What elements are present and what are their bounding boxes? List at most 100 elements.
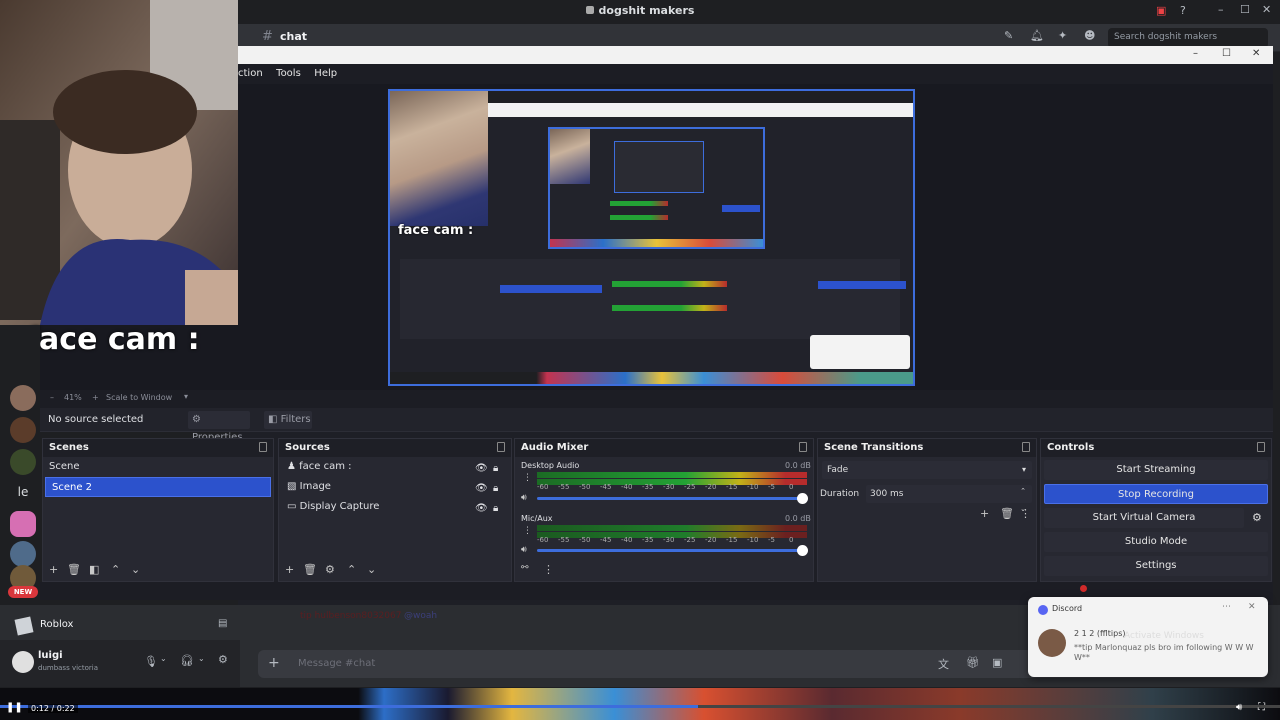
lock-icon[interactable]: 🔒︎ [493, 499, 498, 519]
obs-maximize-icon[interactable]: ☐ [1222, 48, 1231, 59]
meter-tick-label: -5 [768, 483, 775, 491]
menu-item-section[interactable]: ction [238, 64, 263, 84]
source-item[interactable]: ▭ Display Capture 👁︎ 🔒︎ [279, 497, 511, 517]
desktop-volume-slider[interactable] [537, 497, 803, 500]
dock-popout-icon[interactable] [497, 442, 505, 452]
dock-popout-icon[interactable] [259, 442, 267, 452]
nested-record-button [722, 205, 760, 212]
screen-share-icon[interactable]: ▣ [1156, 4, 1166, 17]
scale-mode[interactable]: Scale to Window [106, 393, 172, 402]
server-icon[interactable]: le [10, 479, 36, 505]
lock-icon[interactable]: 🔒︎ [493, 479, 498, 499]
move-up-icon[interactable]: ⌃ [111, 563, 120, 576]
threads-icon[interactable]: ✎ [1004, 29, 1013, 42]
pin-icon[interactable]: ✦ [1058, 29, 1067, 42]
trash-icon[interactable]: 🗑︎ [1000, 507, 1014, 520]
maximize-icon[interactable]: ☐ [1240, 3, 1250, 16]
zoom-in-icon[interactable]: + [92, 393, 99, 402]
add-attachment-icon[interactable]: + [268, 655, 280, 671]
mic-volume-slider[interactable] [537, 549, 803, 552]
microphone-icon[interactable]: 🎙︎ [144, 655, 158, 668]
members-icon[interactable]: ☻ [1084, 29, 1095, 42]
username: luigi [38, 650, 63, 661]
translate-icon[interactable]: 文 [938, 656, 949, 672]
add-icon[interactable]: + [49, 563, 58, 576]
help-icon[interactable]: ? [1180, 4, 1186, 17]
activity-expand-icon[interactable]: ▤ [218, 618, 227, 629]
search-input[interactable]: Search dogshit makers [1108, 28, 1268, 48]
source-item[interactable]: ♟ face cam : 👁︎ 🔒︎ [279, 457, 511, 477]
dock-popout-icon[interactable] [1257, 442, 1265, 452]
notification-app: Discord [1052, 604, 1083, 613]
server-icon[interactable] [10, 511, 36, 537]
discord-notification[interactable]: Discord ⋯ ✕ 2 1 2 (ffltips) Activate Win… [1028, 597, 1268, 677]
chevron-down-icon[interactable]: ⌄ [160, 654, 167, 663]
virtual-camera-gear-icon[interactable]: ⚙ [1252, 511, 1262, 524]
more-icon[interactable]: ⋮ [1020, 507, 1031, 520]
visibility-eye-icon[interactable]: 👁︎ [475, 459, 488, 479]
desktop-volume-knob[interactable] [797, 493, 808, 504]
start-streaming-button[interactable]: Start Streaming [1044, 460, 1268, 480]
close-icon[interactable]: ✕ [1262, 3, 1271, 16]
zoom-out-icon[interactable]: – [50, 393, 54, 402]
settings-button[interactable]: Settings [1044, 556, 1268, 576]
menu-item-tools[interactable]: Tools [276, 64, 301, 84]
chevron-down-icon[interactable]: ⌄ [198, 654, 205, 663]
visibility-eye-icon[interactable]: 👁︎ [475, 479, 488, 499]
transition-select[interactable]: Fade ▾ [822, 461, 1032, 479]
server-icon[interactable] [10, 541, 36, 567]
settings-gear-icon[interactable]: ⚙ [218, 653, 228, 666]
fullscreen-icon[interactable]: ⛶ [1258, 702, 1265, 713]
obs-close-icon[interactable]: ✕ [1252, 48, 1260, 59]
headphones-icon[interactable]: 🎧︎ [180, 654, 194, 667]
volume-icon[interactable]: 🔊︎ [1236, 702, 1242, 713]
trash-icon[interactable]: 🗑︎ [303, 563, 317, 576]
move-down-icon[interactable]: ⌄ [131, 563, 140, 576]
scene-item-selected[interactable]: Scene 2 [45, 477, 271, 497]
server-icon[interactable] [10, 449, 36, 475]
video-progress-track[interactable] [0, 705, 1280, 708]
more-icon[interactable]: ⋯ [1222, 602, 1231, 612]
speaker-icon[interactable]: 🔊︎ [521, 545, 527, 555]
add-icon[interactable]: + [285, 563, 294, 576]
stop-recording-button[interactable]: Stop Recording [1044, 484, 1268, 504]
source-item[interactable]: ▧ Image 👁︎ 🔒︎ [279, 477, 511, 497]
more-icon[interactable]: ⋮ [543, 563, 554, 576]
server-icon[interactable] [10, 417, 36, 443]
channel-menu-icon[interactable]: ⋮ [523, 526, 532, 536]
minimize-icon[interactable]: – [1218, 3, 1224, 16]
gear-icon[interactable]: ⚙ [325, 563, 335, 576]
pause-icon[interactable]: ❚❚ [6, 702, 23, 713]
mic-volume-knob[interactable] [797, 545, 808, 556]
gif-icon[interactable]: ▣ [992, 656, 1002, 669]
server-icon[interactable] [10, 385, 36, 411]
close-icon[interactable]: ✕ [1248, 602, 1256, 612]
visibility-eye-icon[interactable]: 👁︎ [475, 499, 488, 519]
channel-menu-icon[interactable]: ⋮ [523, 473, 532, 483]
link-icon[interactable]: ⚯ [521, 563, 529, 573]
dock-popout-icon[interactable] [799, 442, 807, 452]
scale-dropdown-icon[interactable]: ▾ [184, 392, 188, 401]
start-virtual-camera-button[interactable]: Start Virtual Camera [1044, 508, 1244, 528]
move-down-icon[interactable]: ⌄ [367, 563, 376, 576]
controls-dock: Controls Start Streaming Stop Recording … [1040, 438, 1272, 582]
message-placeholder: Message #chat [298, 658, 376, 669]
scene-item[interactable]: Scene [43, 457, 273, 477]
gift-icon[interactable]: 🎁︎ [966, 656, 980, 669]
bell-icon[interactable]: 🔔︎ [1030, 29, 1044, 42]
dock-popout-icon[interactable] [1022, 442, 1030, 452]
trash-icon[interactable]: 🗑︎ [67, 563, 81, 576]
obs-preview[interactable]: face cam : [388, 89, 915, 386]
avatar[interactable] [12, 651, 34, 673]
obs-minimize-icon[interactable]: – [1193, 48, 1198, 59]
duration-input[interactable]: 300 ms ⌃ ⌄ [866, 485, 1032, 513]
speaker-icon[interactable]: 🔊︎ [521, 493, 527, 503]
filters-button[interactable]: ◧ Filters [264, 411, 312, 429]
properties-button[interactable]: ⚙ Properties [188, 411, 250, 443]
add-icon[interactable]: + [980, 507, 989, 520]
studio-mode-button[interactable]: Studio Mode [1044, 532, 1268, 552]
menu-item-help[interactable]: Help [314, 64, 337, 84]
filter-icon[interactable]: ◧ [89, 563, 99, 576]
move-up-icon[interactable]: ⌃ [347, 563, 356, 576]
lock-icon[interactable]: 🔒︎ [493, 459, 498, 479]
